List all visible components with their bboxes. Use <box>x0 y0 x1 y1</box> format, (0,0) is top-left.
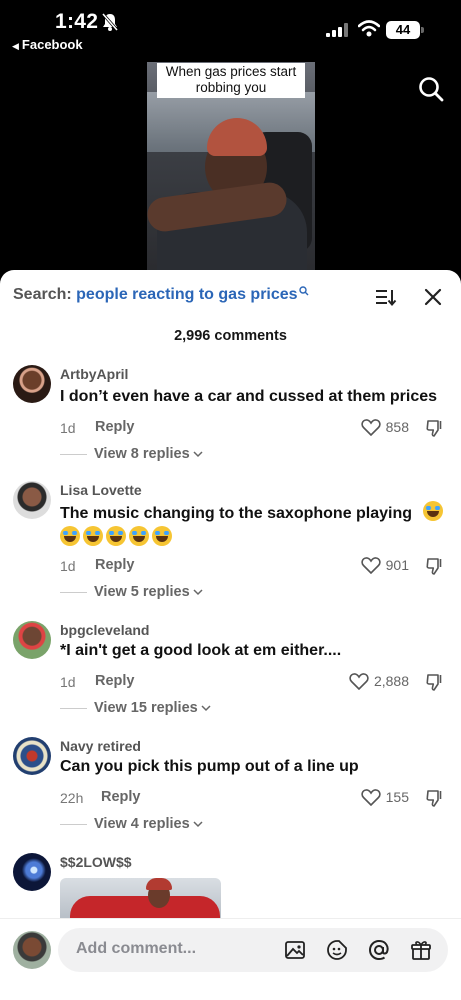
comment-age: 1d <box>60 420 76 436</box>
comment-item: Navy retired Can you pick this pump out … <box>0 734 461 844</box>
joy-emoji-icon <box>422 501 443 521</box>
dislike-icon[interactable] <box>425 556 445 576</box>
mention-icon[interactable] <box>368 939 390 961</box>
view-replies-label: View 8 replies <box>94 446 190 462</box>
reply-button[interactable]: Reply <box>95 557 135 573</box>
comment-text: I don’t even have a car and cussed at th… <box>60 388 438 405</box>
heart-icon <box>360 557 381 574</box>
view-replies-button[interactable]: View 8 replies <box>94 446 203 462</box>
heart-icon <box>349 673 369 690</box>
battery-tip <box>421 27 424 33</box>
status-bar: 1:42 ◀ Facebook 44 <box>0 0 461 58</box>
avatar[interactable] <box>13 365 51 403</box>
comments-sheet: Search: people reacting to gas prices 2,… <box>0 270 461 1000</box>
heart-icon <box>360 789 381 806</box>
comment-image[interactable] <box>60 878 221 920</box>
avatar[interactable] <box>13 737 51 775</box>
search-label: Search: <box>13 286 72 303</box>
comment-item: ArtbyApril I don’t even have a car and c… <box>0 362 461 472</box>
wifi-icon <box>358 20 380 37</box>
search-small-icon <box>298 286 309 296</box>
view-replies-button[interactable]: View 5 replies <box>94 584 203 600</box>
image-icon[interactable] <box>284 939 306 961</box>
cellular-signal-icon <box>326 23 348 37</box>
comment-text: *I ain't get a good look at em either...… <box>60 642 342 659</box>
comment-input-bar: Add comment... <box>0 918 461 1000</box>
comment-item: bpgcleveland *I ain't get a good look at… <box>0 618 461 728</box>
comment-age: 1d <box>60 558 76 574</box>
like-count: 155 <box>385 789 409 805</box>
close-icon[interactable] <box>424 288 442 306</box>
dislike-icon[interactable] <box>425 418 445 438</box>
heart-icon <box>360 419 381 436</box>
chevron-down-icon <box>193 589 203 596</box>
like-button[interactable]: 858 <box>360 418 409 436</box>
like-button[interactable]: 901 <box>360 556 409 574</box>
battery-indicator: 44 <box>386 21 420 39</box>
joy-emoji-icon <box>106 526 126 546</box>
view-replies-label: View 15 replies <box>94 700 198 716</box>
view-replies-label: View 4 replies <box>94 816 190 832</box>
comment-text-content: The music changing to the saxophone play… <box>60 505 413 522</box>
reply-button[interactable]: Reply <box>101 789 141 805</box>
like-button[interactable]: 155 <box>360 788 409 806</box>
view-replies-label: View 5 replies <box>94 584 190 600</box>
search-icon[interactable] <box>418 76 444 102</box>
comment-text: Can you pick this pump out of a line up <box>60 758 359 775</box>
video-caption: When gas prices start robbing you <box>157 63 305 98</box>
reply-button[interactable]: Reply <box>95 673 135 689</box>
back-to-app-link[interactable]: ◀ Facebook <box>12 37 83 52</box>
dislike-icon[interactable] <box>425 788 445 808</box>
comment-age: 1d <box>60 674 76 690</box>
avatar[interactable] <box>13 481 51 519</box>
chevron-down-icon <box>193 821 203 828</box>
emoji-sticker-icon[interactable] <box>326 939 348 961</box>
input-placeholder: Add comment... <box>76 940 197 957</box>
my-avatar <box>13 931 51 969</box>
view-replies-button[interactable]: View 4 replies <box>94 816 203 832</box>
add-comment-input[interactable]: Add comment... <box>58 928 448 972</box>
comment-age: 22h <box>60 790 84 806</box>
avatar[interactable] <box>13 621 51 659</box>
joy-emoji-icon <box>129 526 149 546</box>
comment-username[interactable]: $$2LOW$$ <box>60 854 132 870</box>
dislike-icon[interactable] <box>425 672 445 692</box>
avatar[interactable] <box>13 853 51 891</box>
search-query-link[interactable]: people reacting to gas prices <box>76 286 297 303</box>
comment-username[interactable]: ArtbyApril <box>60 366 128 382</box>
comment-username[interactable]: Lisa Lovette <box>60 482 142 498</box>
comment-text: The music changing to the saxophone play… <box>60 501 452 551</box>
bell-slash-icon <box>101 13 119 31</box>
reply-button[interactable]: Reply <box>95 419 135 435</box>
related-search[interactable]: Search: people reacting to gas prices <box>13 286 309 304</box>
back-app-label: Facebook <box>21 37 83 52</box>
clock: 1:42 <box>55 10 99 33</box>
view-replies-button[interactable]: View 15 replies <box>94 700 211 716</box>
chevron-down-icon <box>201 705 211 712</box>
joy-emoji-icon <box>152 526 172 546</box>
comment-count: 2,996 comments <box>174 328 287 344</box>
chevron-down-icon <box>193 451 203 458</box>
like-button[interactable]: 2,888 <box>349 672 409 690</box>
gift-icon[interactable] <box>410 939 432 961</box>
sort-icon[interactable] <box>375 287 397 307</box>
like-count: 2,888 <box>373 673 409 689</box>
comment-username[interactable]: bpgcleveland <box>60 622 149 638</box>
like-count: 858 <box>385 419 409 435</box>
comment-username[interactable]: Navy retired <box>60 738 141 754</box>
joy-emoji-icon <box>60 526 80 546</box>
joy-emoji-icon <box>83 526 103 546</box>
like-count: 901 <box>385 557 409 573</box>
comment-item: Lisa Lovette The music changing to the s… <box>0 478 461 608</box>
